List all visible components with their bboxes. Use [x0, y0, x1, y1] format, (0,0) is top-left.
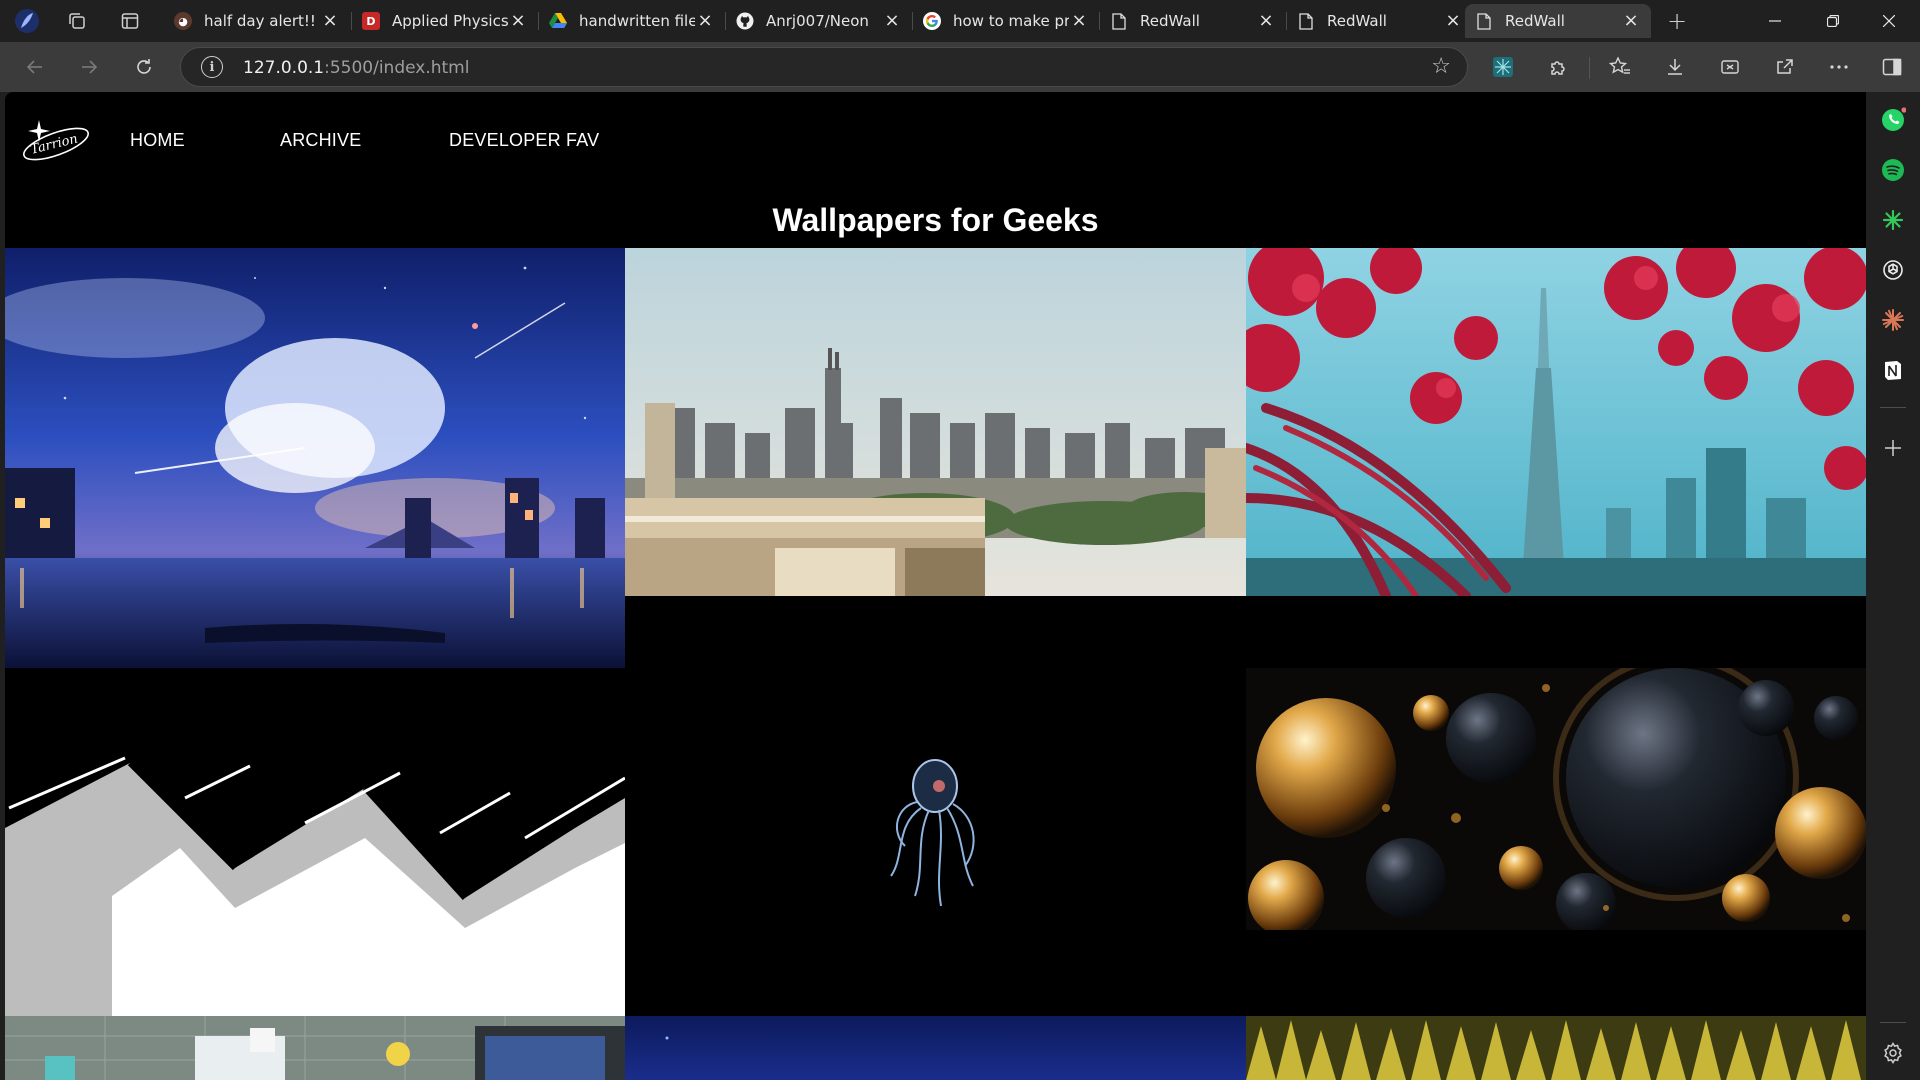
forward-button[interactable] [72, 51, 106, 83]
settings-icon[interactable] [1879, 1039, 1907, 1067]
site-logo[interactable]: Tarrion [19, 116, 93, 168]
close-tab-icon[interactable]: × [1621, 11, 1641, 31]
browser-toolbar: i 127.0.0.1:5500/index.html ☆ [0, 42, 1920, 92]
nav-home-link[interactable]: HOME [130, 130, 185, 151]
address-bar[interactable]: i 127.0.0.1:5500/index.html ☆ [180, 47, 1468, 87]
extensions-puzzle-icon[interactable] [1541, 51, 1575, 83]
close-tab-icon[interactable]: × [320, 11, 340, 31]
tab-title: RedWall [1327, 12, 1387, 30]
page-title: Wallpapers for Geeks [772, 202, 1099, 238]
minimize-button[interactable] [1752, 4, 1798, 38]
tab-title: RedWall [1505, 12, 1565, 30]
tab-half-day-alert[interactable]: ◕ half day alert!! : r × [164, 4, 350, 38]
claude-icon[interactable] [1879, 306, 1907, 334]
new-tab-button[interactable]: + [1664, 7, 1690, 35]
logo-text: Tarrion [29, 131, 79, 157]
nav-archive-link[interactable]: ARCHIVE [280, 130, 361, 151]
wallpaper-zigzag[interactable] [5, 668, 625, 1016]
google-drive-icon [549, 12, 567, 30]
edge-sidebar [1866, 92, 1920, 1080]
spotify-icon[interactable] [1879, 156, 1907, 184]
google-icon [923, 12, 941, 30]
close-window-button[interactable] [1866, 4, 1912, 38]
favorites-icon[interactable] [1603, 51, 1637, 83]
vertical-tabs-icon[interactable] [117, 8, 143, 34]
tab-title: handwritten file [579, 12, 695, 30]
document-icon [1475, 12, 1493, 30]
url-host: 127.0.0.1 [243, 58, 325, 78]
screenshot-icon[interactable] [1713, 51, 1747, 83]
close-tab-icon[interactable]: × [1069, 11, 1089, 31]
tab-handwritten-file[interactable]: handwritten file × [539, 4, 725, 38]
tab-title: how to make pri [953, 12, 1069, 30]
sidebar-divider [1880, 407, 1906, 408]
url-path: :5500/index.html [324, 58, 470, 78]
tab-how-to-make[interactable]: how to make pri × [913, 4, 1099, 38]
whatsapp-icon[interactable] [1879, 106, 1907, 134]
url-text[interactable]: 127.0.0.1:5500/index.html [243, 58, 469, 78]
back-button[interactable] [18, 51, 52, 83]
add-icon[interactable] [1879, 434, 1907, 462]
share-icon[interactable] [1768, 51, 1802, 83]
wallpaper-gallery [5, 248, 1866, 1080]
wallpaper-city-skyline[interactable] [625, 248, 1246, 596]
notion-icon[interactable] [1879, 356, 1907, 384]
downloads-icon[interactable] [1658, 51, 1692, 83]
document-icon [1110, 12, 1128, 30]
tab-title: half day alert!! : r [204, 12, 320, 30]
site-info-icon[interactable]: i [201, 56, 223, 78]
wallpaper-isometric-desk[interactable] [5, 1016, 625, 1080]
site-navbar: Tarrion HOME ARCHIVE DEVELOPER FAV [5, 92, 1866, 192]
wallpaper-golden-forest[interactable] [1246, 1016, 1866, 1080]
page-viewport: Tarrion HOME ARCHIVE DEVELOPER FAV Wallp… [5, 92, 1866, 1080]
chatgpt-icon[interactable] [1879, 256, 1907, 284]
nav-developer-fav-link[interactable]: DEVELOPER FAV [449, 130, 599, 151]
perplexity-icon[interactable] [1879, 206, 1907, 234]
refresh-button[interactable] [127, 51, 161, 83]
pdf-icon: D [362, 12, 380, 30]
profile-avatar[interactable] [14, 8, 40, 34]
close-tab-icon[interactable]: × [695, 11, 715, 31]
toolbar-divider [1589, 57, 1590, 79]
tab-applied-physics[interactable]: D Applied Physics | × [352, 4, 538, 38]
close-tab-icon[interactable]: × [1256, 11, 1276, 31]
tab-redwall-1[interactable]: RedWall × [1100, 4, 1286, 38]
tab-redwall-2[interactable]: RedWall × [1287, 4, 1473, 38]
tab-title: Anrj007/Neon [766, 12, 869, 30]
document-icon [1297, 12, 1315, 30]
more-menu-icon[interactable] [1822, 51, 1856, 83]
tab-strip: ◕ half day alert!! : r × D Applied Physi… [0, 0, 1920, 42]
tab-redwall-active[interactable]: RedWall × [1465, 4, 1651, 38]
wallpaper-red-flowers-skyscraper[interactable] [1246, 248, 1866, 596]
tab-github-neon[interactable]: Anrj007/Neon × [726, 4, 912, 38]
favorite-star-icon[interactable]: ☆ [1431, 54, 1451, 79]
reddit-avatar-icon: ◕ [174, 12, 192, 30]
tab-title: RedWall [1140, 12, 1200, 30]
workspaces-icon[interactable] [64, 8, 90, 34]
extension-icon[interactable] [1486, 51, 1520, 83]
close-tab-icon[interactable]: × [882, 11, 902, 31]
wallpaper-golden-spheres[interactable] [1246, 668, 1866, 930]
tab-title: Applied Physics | [392, 12, 508, 30]
restore-button[interactable] [1810, 4, 1856, 38]
wallpaper-deep-sea-octopus[interactable] [625, 596, 1246, 1016]
sidebar-toggle-icon[interactable] [1875, 51, 1909, 83]
wallpaper-dark-blue-sky[interactable] [625, 1016, 1246, 1080]
close-tab-icon[interactable]: × [1443, 11, 1463, 31]
close-tab-icon[interactable]: × [508, 11, 528, 31]
sidebar-divider [1880, 1022, 1906, 1023]
wallpaper-anime-night-sky[interactable] [5, 248, 625, 668]
github-icon [736, 12, 754, 30]
